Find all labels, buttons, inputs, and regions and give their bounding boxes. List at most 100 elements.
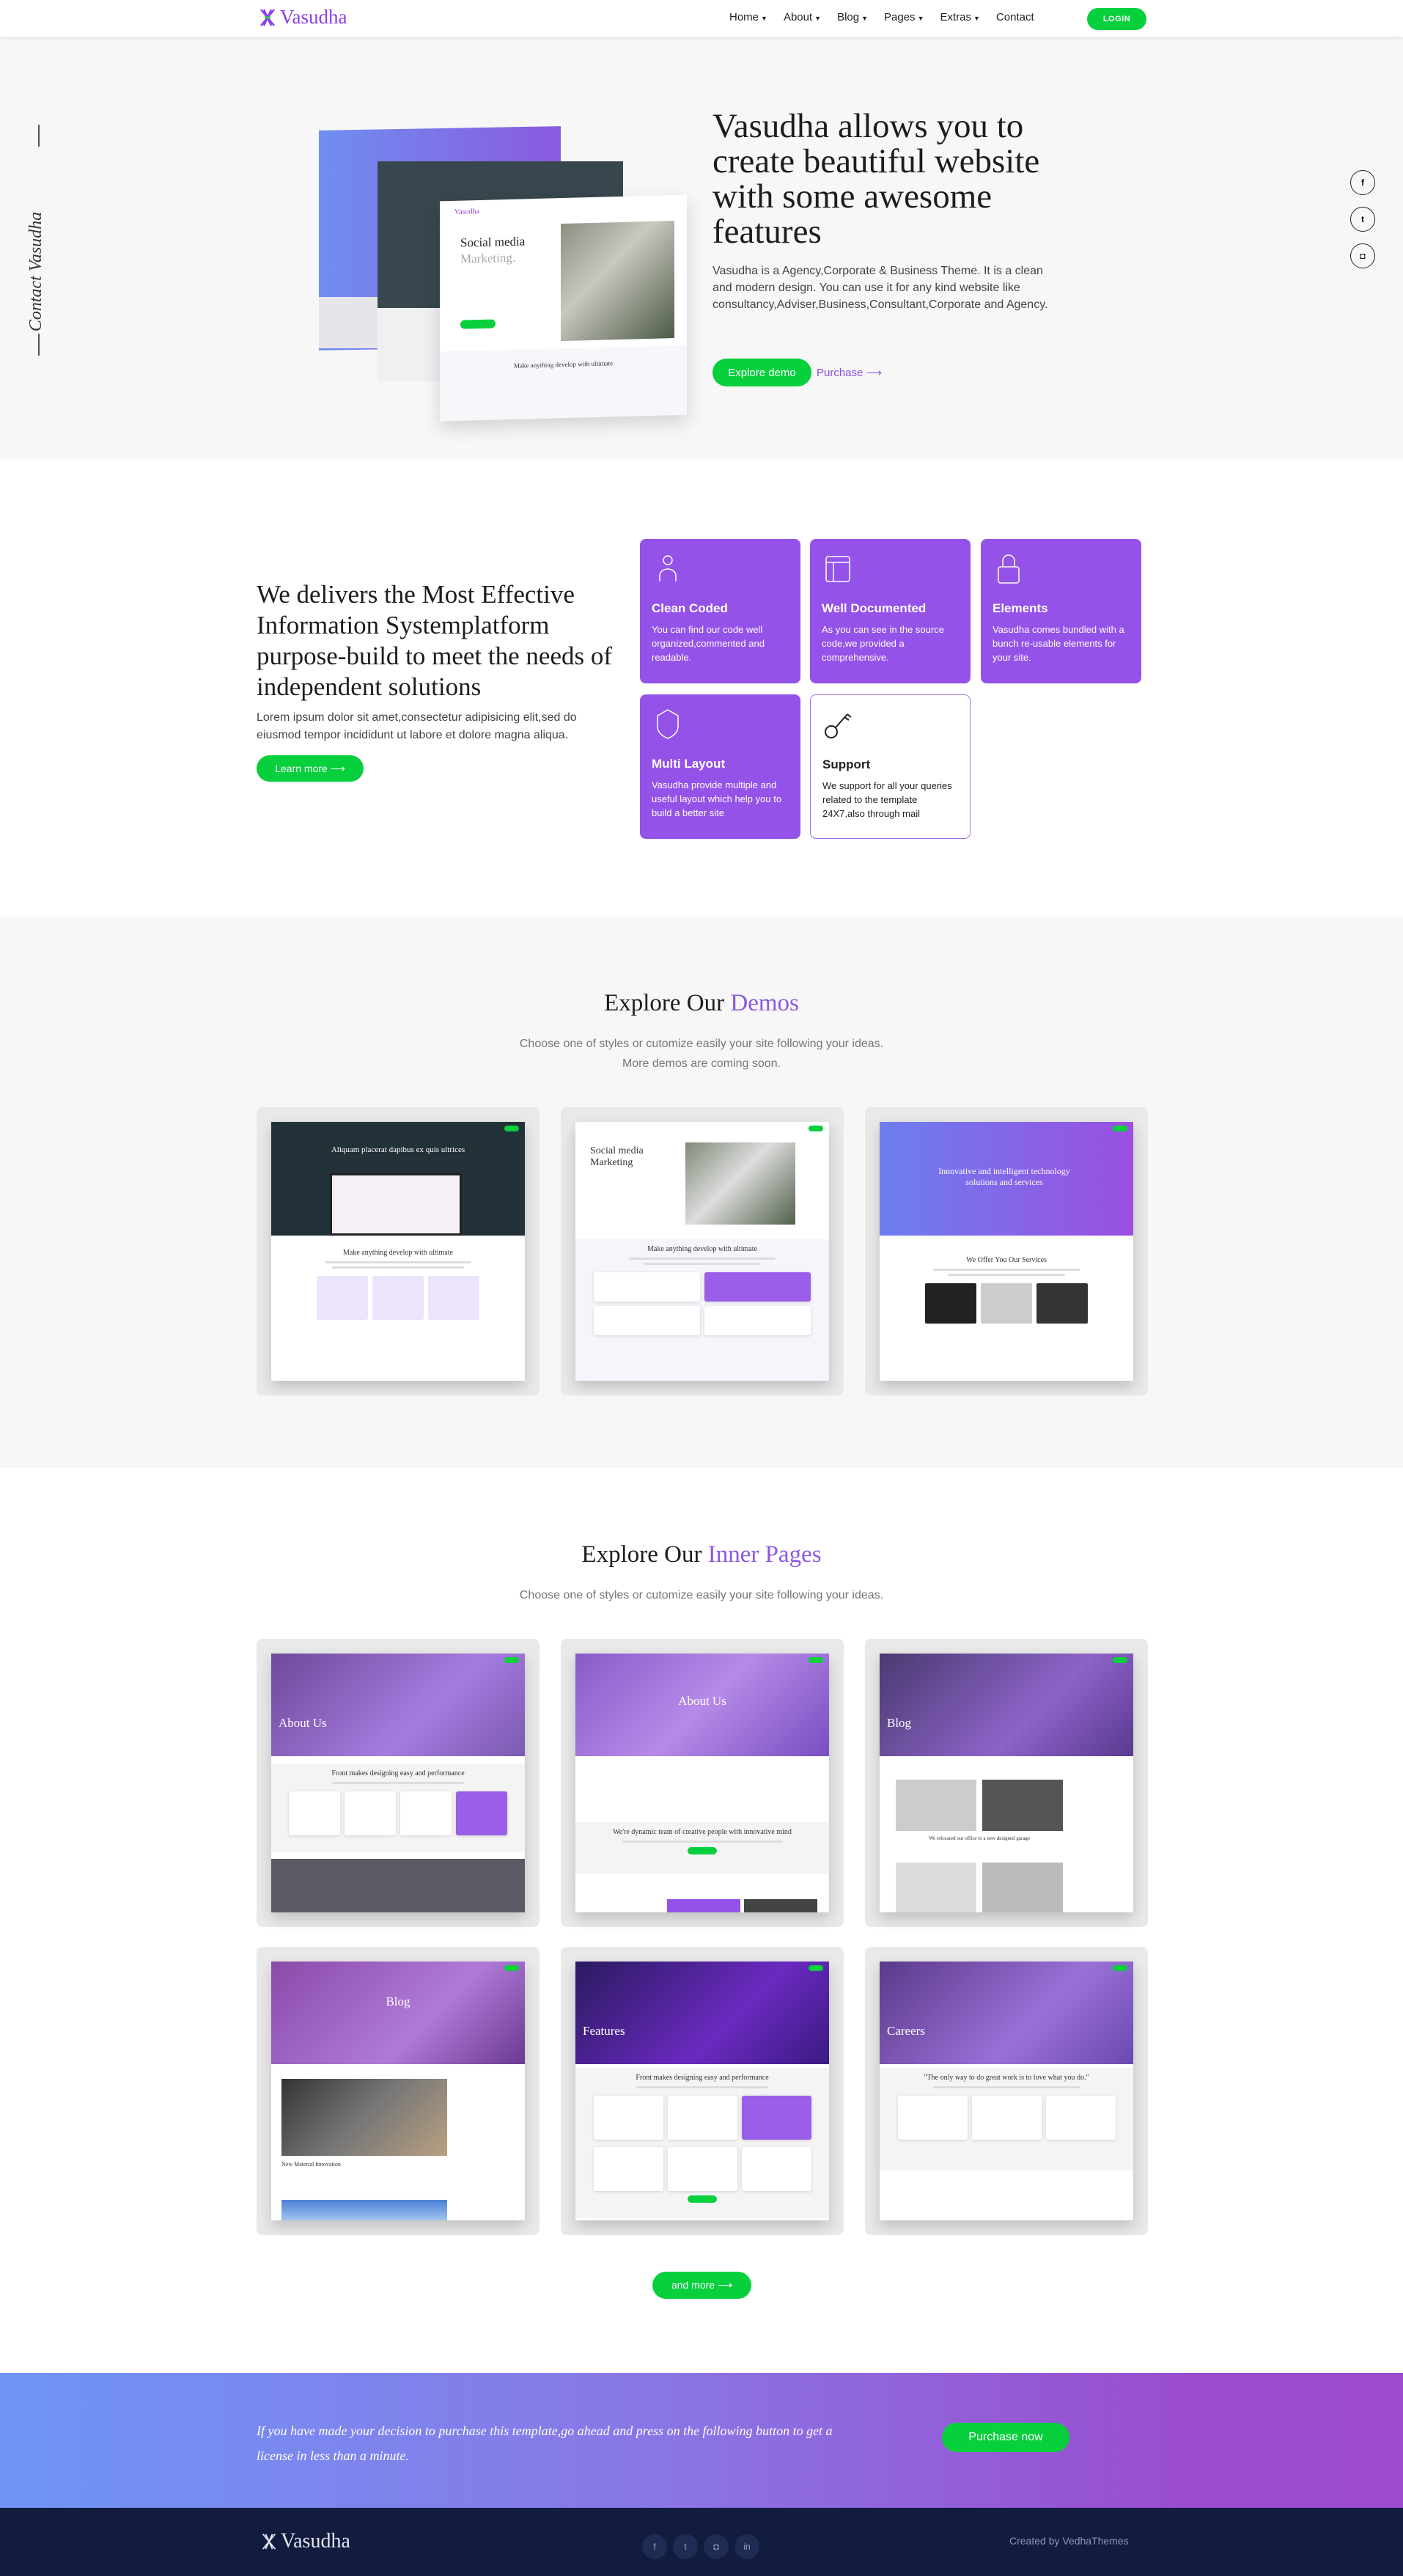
shot-hero-title: Blog bbox=[386, 1995, 410, 2008]
footer-logo[interactable]: Vasudha bbox=[260, 2530, 350, 2553]
shot-section-title: We're dynamic team of creative people wi… bbox=[613, 1828, 792, 1836]
nav-about[interactable]: About ▼ bbox=[784, 11, 821, 23]
nav-label: About bbox=[783, 11, 813, 23]
inner-card-about-1[interactable]: About Us Front makes designing easy and … bbox=[257, 1639, 540, 1927]
demo-screenshot: Social media Marketing Make anything dev… bbox=[575, 1122, 829, 1381]
footer-brand: Vasudha bbox=[281, 2530, 350, 2553]
nav-pages[interactable]: Pages ▼ bbox=[884, 11, 924, 23]
inner-subtitle: Choose one of styles or cutomize easily … bbox=[519, 1589, 884, 1601]
card-title: Multi Layout bbox=[652, 757, 726, 771]
contact-side-link[interactable]: Contact Vasudha bbox=[22, 187, 51, 356]
shot-nav bbox=[880, 1122, 1133, 1135]
features-description: Lorem ipsum dolor sit amet,consectetur a… bbox=[257, 711, 577, 741]
shot-body: Front makes designing easy and performan… bbox=[575, 2068, 829, 2218]
subtitle-line: Choose one of styles or cutomize easily … bbox=[519, 1038, 884, 1050]
inner-screenshot: Blog We relocated our office to a new de… bbox=[880, 1654, 1133, 1912]
twitter-icon[interactable]: t bbox=[673, 2534, 698, 2559]
hero-description: Vasudha is a Agency,Corporate & Business… bbox=[712, 265, 1048, 311]
feature-card-multi-layout: Multi Layout Vasudha provide multiple an… bbox=[640, 694, 800, 839]
demo-screenshot: Innovative and intelligent technology so… bbox=[880, 1122, 1133, 1381]
shot-photo bbox=[685, 1142, 795, 1225]
card-text: Vasudha comes bundled with a bunch re-us… bbox=[993, 624, 1124, 663]
shot-section-title: We Offer You Our Services bbox=[966, 1256, 1047, 1264]
demos-section: Explore Our Demos Choose one of styles o… bbox=[0, 917, 1403, 1468]
feature-card-well-documented: Well Documented As you can see in the so… bbox=[810, 539, 971, 683]
card-text: We support for all your queries related … bbox=[822, 780, 952, 819]
shot-body: Make anything develop with ultimate bbox=[271, 1243, 525, 1326]
card-title: Support bbox=[822, 757, 871, 771]
layout-icon bbox=[825, 556, 850, 582]
title-text: Explore Our bbox=[581, 1541, 702, 1568]
shot-nav bbox=[575, 1654, 829, 1667]
hero-title: Vasudha allows you to create beautiful w… bbox=[712, 107, 1040, 251]
shot-section-title: Front makes designing easy and performan… bbox=[636, 2074, 769, 2082]
shot-hero bbox=[575, 1962, 829, 2064]
inner-card-careers[interactable]: Careers "The only way to do great work i… bbox=[865, 1947, 1148, 2235]
footer: Vasudha f t ◘ in Created by VedhaThemes bbox=[0, 2508, 1403, 2576]
shot-hero bbox=[271, 1962, 525, 2064]
shot-photo bbox=[281, 2079, 447, 2156]
nav-blog[interactable]: Blog ▼ bbox=[837, 11, 868, 23]
facebook-icon[interactable]: f bbox=[642, 2534, 667, 2559]
learn-more-button[interactable]: Learn more ⟶ bbox=[257, 755, 364, 782]
inner-card-features[interactable]: Features Front makes designing easy and … bbox=[561, 1947, 844, 2235]
demo-card-3[interactable]: Innovative and intelligent technology so… bbox=[865, 1107, 1148, 1395]
nav-home[interactable]: Home ▼ bbox=[729, 11, 767, 23]
shot-body: Make anything develop with ultimate bbox=[575, 1239, 829, 1381]
linkedin-icon[interactable]: in bbox=[734, 2534, 759, 2559]
inner-card-blog-1[interactable]: Blog We relocated our office to a new de… bbox=[865, 1639, 1148, 1927]
shot-nav bbox=[575, 1962, 829, 1975]
twitter-icon[interactable]: t bbox=[1350, 207, 1375, 232]
divider bbox=[38, 334, 40, 356]
subtitle-line: More demos are coming soon. bbox=[622, 1057, 781, 1070]
shot-section-title: Make anything develop with ultimate bbox=[647, 1245, 757, 1253]
shot-laptop bbox=[330, 1173, 462, 1236]
shot-video bbox=[271, 1859, 525, 1912]
explore-demo-button[interactable]: Explore demo bbox=[712, 359, 811, 386]
card-title: Well Documented bbox=[822, 601, 927, 615]
instagram-icon[interactable]: ◘ bbox=[1350, 243, 1375, 268]
shot-body: We're dynamic team of creative people wi… bbox=[575, 1822, 829, 1874]
shot-hero bbox=[271, 1654, 525, 1756]
nav-menu: Home ▼ About ▼ Blog ▼ Pages ▼ Extras ▼ Contac… bbox=[729, 11, 1034, 23]
inner-screenshot: About Us We're dynamic team of creative … bbox=[575, 1654, 829, 1912]
title-text: Explore Our bbox=[604, 990, 725, 1016]
feature-card-support: Support We support for all your queries … bbox=[810, 694, 971, 839]
shot-hero bbox=[880, 1962, 1133, 2064]
brand-name: Vasudha bbox=[280, 6, 347, 28]
brand-logo[interactable]: Vasudha bbox=[258, 6, 347, 29]
shot-section-title: Front makes designing easy and performan… bbox=[331, 1769, 465, 1777]
shot-nav bbox=[271, 1654, 525, 1667]
shot-hero-title: About Us bbox=[678, 1694, 726, 1708]
nav-contact[interactable]: Contact bbox=[996, 11, 1034, 23]
shot-nav bbox=[880, 1654, 1133, 1667]
logo-icon bbox=[262, 2533, 276, 2550]
inner-card-about-2[interactable]: About Us We're dynamic team of creative … bbox=[561, 1639, 844, 1927]
mockup-office-photo bbox=[561, 221, 674, 342]
facebook-icon[interactable]: f bbox=[1350, 170, 1375, 195]
purchase-now-button[interactable]: Purchase now bbox=[942, 2423, 1069, 2452]
feature-card-elements: Elements Vasudha comes bundled with a bu… bbox=[981, 539, 1141, 683]
inner-card-blog-2[interactable]: Blog New Material Innovation bbox=[257, 1947, 540, 2235]
inner-title: Explore Our Inner Pages bbox=[0, 1541, 1403, 1568]
login-button[interactable]: LOGIN bbox=[1087, 8, 1146, 30]
demos-subtitle: Choose one of styles or cutomize easily … bbox=[0, 1034, 1403, 1074]
shot-hero-title: Features bbox=[583, 2024, 625, 2038]
demo-card-2[interactable]: Social media Marketing Make anything dev… bbox=[561, 1107, 844, 1395]
features-title: We delivers the Most Effective Informati… bbox=[257, 580, 613, 701]
nav-extras[interactable]: Extras ▼ bbox=[940, 11, 979, 23]
shot-hero-title: Blog bbox=[887, 1716, 912, 1730]
inner-screenshot: Careers "The only way to do great work i… bbox=[880, 1962, 1133, 2220]
demo-screenshot: Aliquam placerat dapibus ex quis ultrice… bbox=[271, 1122, 525, 1381]
lock-icon bbox=[998, 554, 1020, 584]
purchase-link[interactable]: Purchase ⟶ bbox=[817, 366, 882, 379]
shot-nav bbox=[880, 1962, 1133, 1975]
instagram-icon[interactable]: ◘ bbox=[704, 2534, 729, 2559]
inner-pages-section: Explore Our Inner Pages Choose one of st… bbox=[0, 1468, 1403, 2373]
contact-side-text: Contact Vasudha bbox=[26, 211, 46, 331]
mockup-subtitle: Marketing. bbox=[460, 250, 516, 266]
and-more-button[interactable]: and more ⟶ bbox=[652, 2272, 751, 2299]
demo-card-1[interactable]: Aliquam placerat dapibus ex quis ultrice… bbox=[257, 1107, 540, 1395]
mockup-button bbox=[460, 319, 496, 329]
shot-nav bbox=[575, 1122, 829, 1135]
